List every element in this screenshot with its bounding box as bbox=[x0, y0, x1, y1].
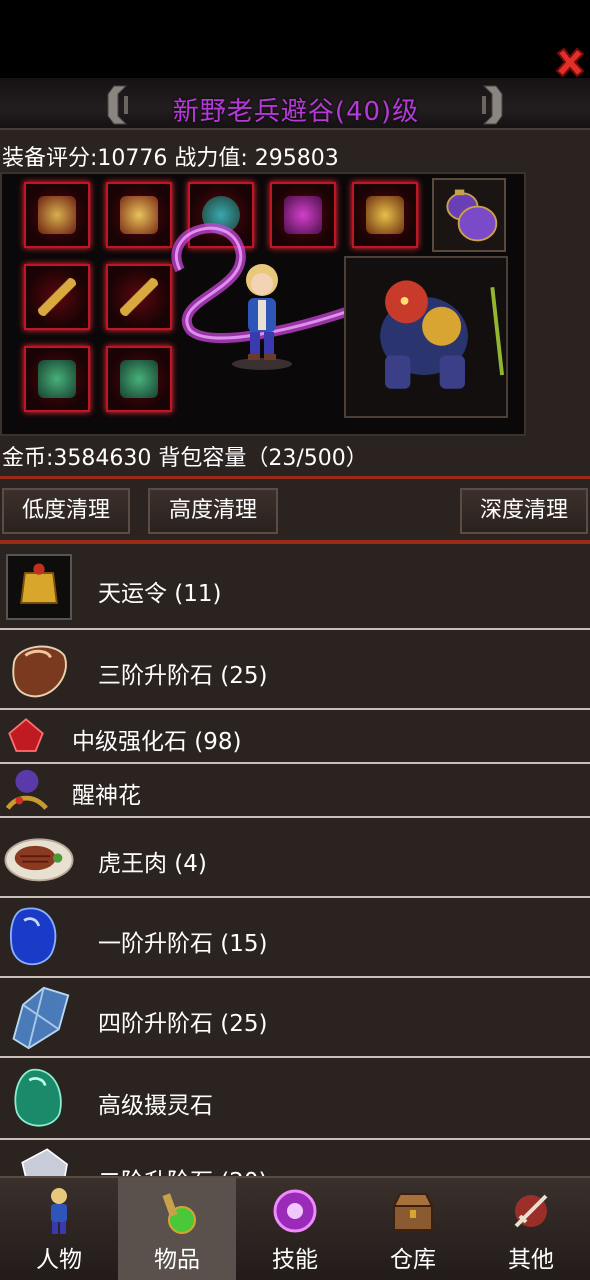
high-clean-button[interactable]: 高度清理 bbox=[148, 488, 278, 534]
title-ornament-left-icon bbox=[107, 85, 128, 125]
potion-icon bbox=[162, 1193, 196, 1234]
divider bbox=[0, 540, 590, 544]
tab-label: 人物 bbox=[36, 1247, 82, 1273]
item-label: 三阶升阶石 (25) bbox=[98, 663, 268, 689]
bracer-icon bbox=[38, 360, 76, 398]
equip-slot-helmet[interactable] bbox=[24, 182, 90, 248]
chest-icon bbox=[392, 1193, 434, 1231]
meat-icon bbox=[4, 838, 74, 882]
brown-stone-icon bbox=[12, 645, 67, 698]
status-area bbox=[0, 0, 590, 78]
title-ornament-right-icon bbox=[482, 85, 503, 125]
bracer-icon bbox=[120, 360, 158, 398]
list-item[interactable]: 三阶升阶石 (25) bbox=[0, 630, 590, 710]
list-item[interactable]: 高级摄灵石 bbox=[0, 1058, 590, 1140]
close-icon bbox=[555, 47, 585, 78]
list-item[interactable]: 中级强化石 (98) bbox=[0, 710, 590, 764]
close-button[interactable] bbox=[552, 45, 588, 81]
equip-slot-weapon-1[interactable] bbox=[24, 264, 90, 330]
title-bar: 新野老兵避谷(40)级 bbox=[0, 78, 590, 130]
blade-icon bbox=[38, 278, 76, 316]
token-icon bbox=[6, 554, 72, 620]
tab-items[interactable]: 物品 bbox=[118, 1178, 236, 1280]
character-icon bbox=[51, 1188, 67, 1234]
gold-and-capacity: 金币:3584630 背包容量（23/500） bbox=[2, 446, 368, 471]
gourd-icon bbox=[446, 189, 498, 242]
list-item[interactable]: 二阶升阶石 (20) bbox=[0, 1140, 590, 1180]
red-gem-icon bbox=[8, 718, 44, 752]
sword-icon bbox=[514, 1194, 548, 1228]
divider bbox=[0, 476, 590, 479]
deep-clean-button[interactable]: 深度清理 bbox=[460, 488, 588, 534]
tab-label: 技能 bbox=[272, 1247, 318, 1273]
list-item[interactable]: 虎王肉 (4) bbox=[0, 818, 590, 898]
list-item[interactable]: 四阶升阶石 (25) bbox=[0, 978, 590, 1058]
bottom-navigation: 人物 物品 技能 仓库 其他 bbox=[0, 1176, 590, 1280]
green-stone-icon bbox=[14, 1068, 62, 1127]
tab-other[interactable]: 其他 bbox=[472, 1178, 590, 1280]
flower-icon bbox=[5, 769, 48, 810]
crystal-icon bbox=[12, 986, 70, 1050]
equip-slot-bracer-2[interactable] bbox=[106, 346, 172, 412]
window-title: 新野老兵避谷(40)级 bbox=[172, 97, 420, 127]
tab-character[interactable]: 人物 bbox=[0, 1178, 118, 1280]
tab-label: 物品 bbox=[154, 1247, 200, 1273]
character-avatar bbox=[232, 264, 292, 370]
list-item[interactable]: 天运令 (11) bbox=[0, 546, 590, 630]
item-label: 高级摄灵石 bbox=[98, 1093, 213, 1119]
silver-stone-icon bbox=[21, 1148, 68, 1180]
item-label: 天运令 (11) bbox=[98, 581, 222, 607]
item-label: 四阶升阶石 (25) bbox=[98, 1011, 268, 1037]
list-item[interactable]: 醒神花 bbox=[0, 764, 590, 818]
tab-warehouse[interactable]: 仓库 bbox=[354, 1178, 472, 1280]
item-label: 醒神花 bbox=[72, 783, 141, 809]
blue-stone-icon bbox=[9, 907, 57, 966]
item-label: 一阶升阶石 (15) bbox=[98, 931, 268, 957]
item-label: 虎王肉 (4) bbox=[98, 851, 207, 877]
tab-skills[interactable]: 技能 bbox=[236, 1178, 354, 1280]
skill-orb-icon bbox=[273, 1189, 317, 1233]
tab-label: 其他 bbox=[508, 1247, 554, 1273]
low-clean-button[interactable]: 低度清理 bbox=[2, 488, 130, 534]
helmet-icon bbox=[38, 196, 76, 234]
equip-slot-gourd[interactable] bbox=[432, 178, 506, 252]
mount-slot[interactable] bbox=[344, 256, 508, 418]
mount-beast-icon bbox=[380, 280, 505, 389]
item-label: 中级强化石 (98) bbox=[72, 729, 242, 755]
list-item[interactable]: 一阶升阶石 (15) bbox=[0, 898, 590, 978]
equipment-stats: 装备评分:10776 战力值: 295803 bbox=[2, 146, 339, 171]
equip-slot-bracer-1[interactable] bbox=[24, 346, 90, 412]
tab-label: 仓库 bbox=[390, 1247, 436, 1273]
